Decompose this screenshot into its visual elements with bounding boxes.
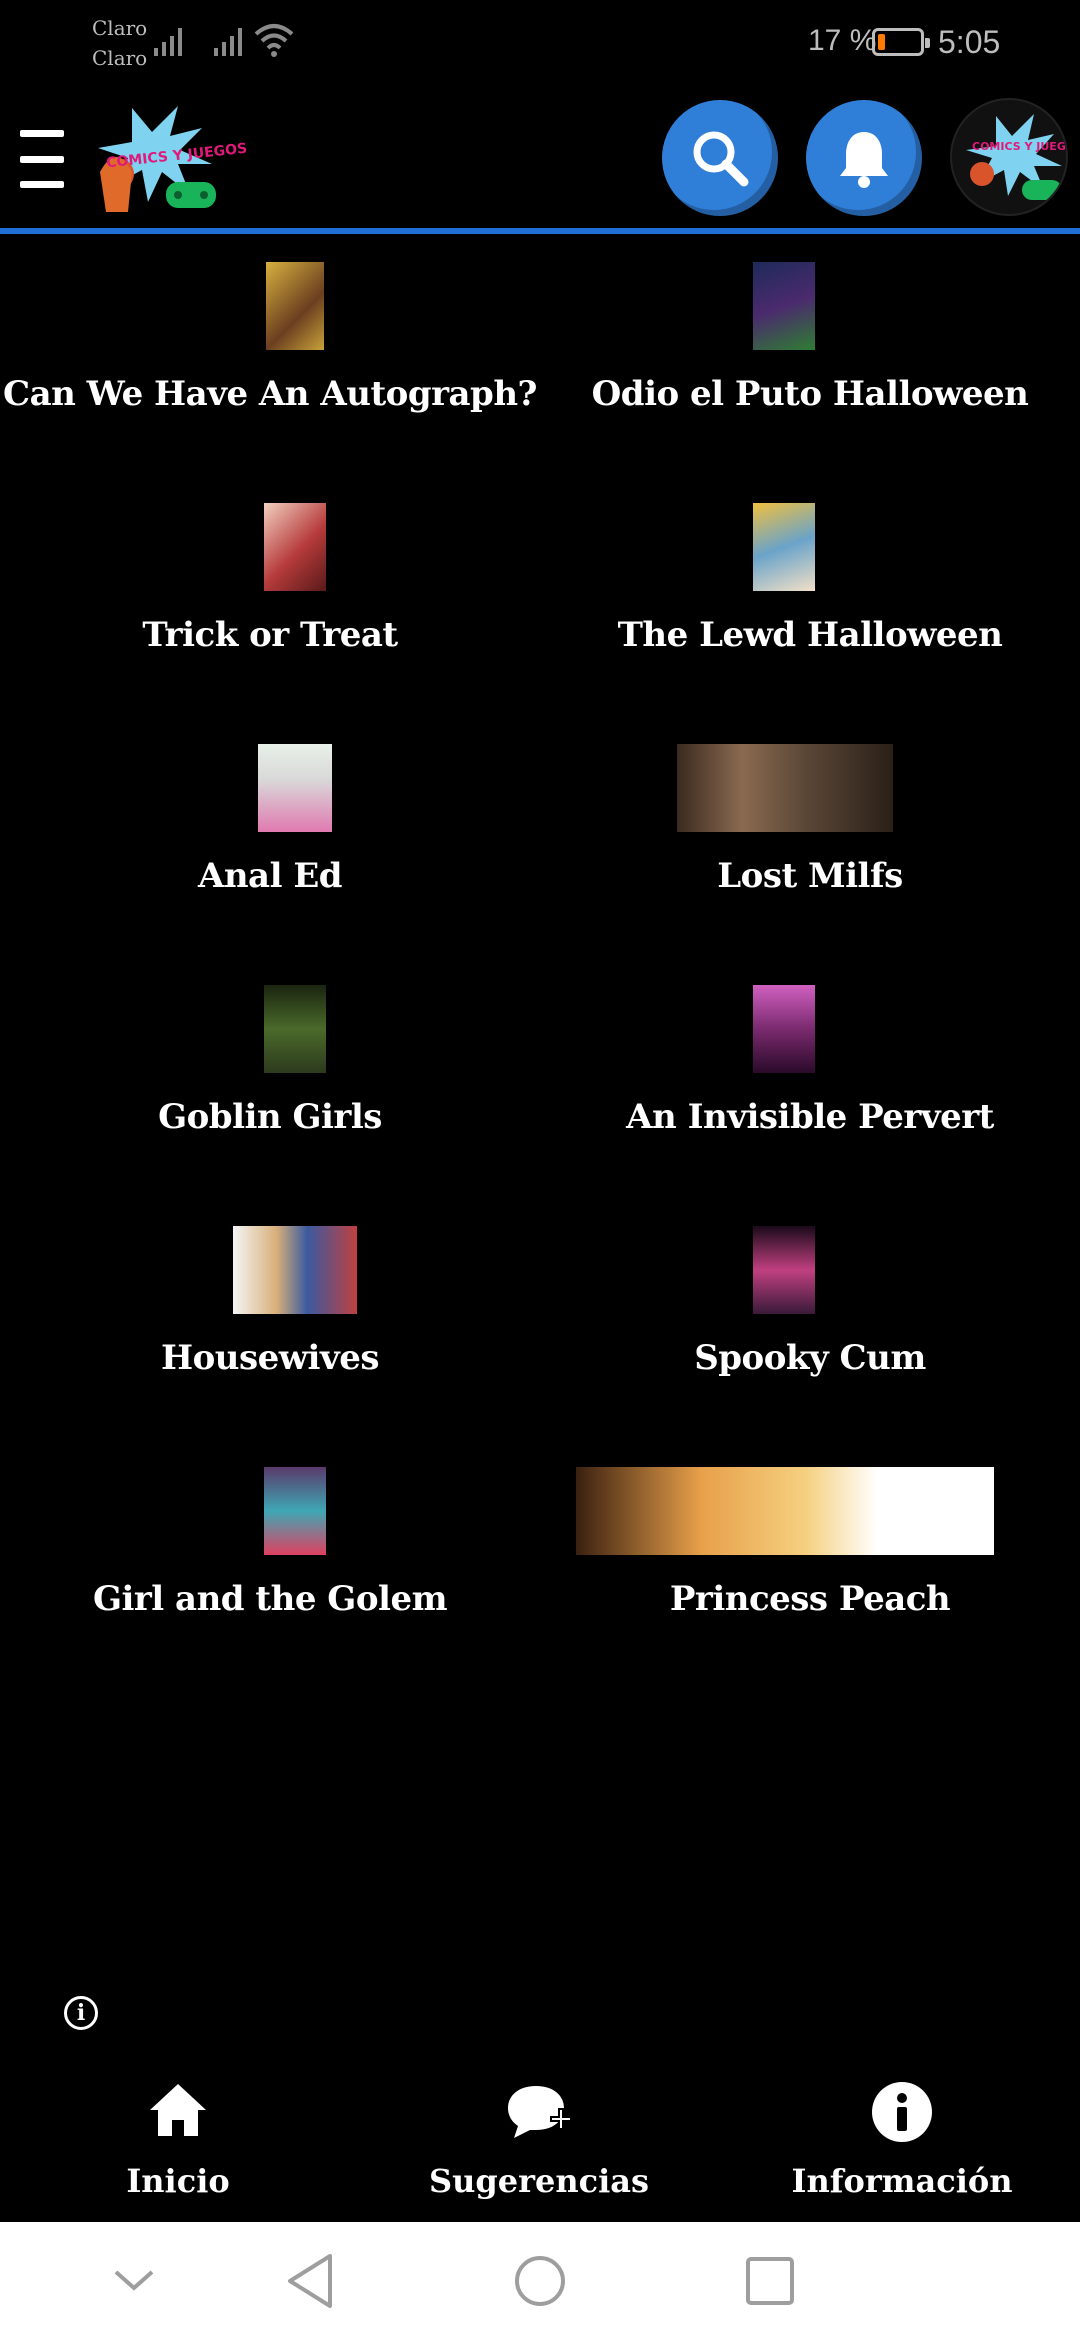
signal-icon-2 (214, 26, 242, 56)
nav-home[interactable]: Inicio (38, 2072, 318, 2222)
comic-thumbnail[interactable] (233, 1226, 357, 1314)
comic-item[interactable]: Goblin Girls (0, 985, 540, 1226)
chevron-down-icon[interactable] (110, 2266, 158, 2296)
bell-icon (840, 132, 888, 188)
nav-suggestions-label: Sugerencias (429, 2162, 649, 2200)
carrier-label-2: Claro (92, 46, 148, 70)
comic-title[interactable]: Anal Ed (0, 856, 540, 896)
comic-item[interactable]: Housewives (0, 1226, 540, 1467)
battery-icon (872, 28, 930, 56)
comic-thumbnail[interactable] (677, 744, 893, 832)
app-bar-divider (0, 228, 1080, 234)
comic-thumbnail[interactable] (753, 262, 815, 350)
comic-thumbnail[interactable] (753, 1226, 815, 1314)
comic-title[interactable]: An Invisible Pervert (540, 1097, 1080, 1137)
svg-text:COMICS Y JUEGOS: COMICS Y JUEGOS (972, 140, 1068, 153)
comic-item[interactable]: Odio el Puto Halloween (540, 262, 1080, 503)
comic-item[interactable]: Trick or Treat (0, 503, 540, 744)
comic-thumbnail[interactable] (576, 1467, 994, 1555)
comic-thumbnail[interactable] (258, 744, 332, 832)
comic-title[interactable]: Girl and the Golem (0, 1579, 540, 1619)
info-icon[interactable]: i (64, 1996, 98, 2030)
nav-info[interactable]: Información (762, 2072, 1042, 2222)
comic-thumbnail[interactable] (264, 985, 326, 1073)
comic-title[interactable]: Housewives (0, 1338, 540, 1378)
battery-percent: 17 % (808, 24, 877, 57)
app-logo[interactable]: COMICS Y JUEGOS (92, 102, 248, 220)
add-comment-icon (508, 2086, 572, 2138)
avatar[interactable]: COMICS Y JUEGOS (950, 98, 1068, 216)
info-icon (872, 2082, 932, 2142)
comic-item[interactable]: An Invisible Pervert (540, 985, 1080, 1226)
comic-item[interactable]: Lost Milfs (540, 744, 1080, 985)
comics-grid: Can We Have An Autograph? Odio el Puto H… (0, 262, 1080, 1708)
comic-title[interactable]: Trick or Treat (0, 615, 540, 655)
home-icon (150, 2084, 206, 2136)
comic-title[interactable]: Goblin Girls (0, 1097, 540, 1137)
comic-thumbnail[interactable] (264, 503, 326, 591)
notifications-button[interactable] (806, 100, 922, 216)
recent-apps-icon[interactable] (742, 2252, 798, 2310)
system-navigation-bar (0, 2222, 1080, 2340)
comic-item[interactable]: Anal Ed (0, 744, 540, 985)
avatar-logo-art: COMICS Y JUEGOS (966, 114, 1068, 200)
comic-title[interactable]: The Lewd Halloween (540, 615, 1080, 655)
status-bar: Claro Claro 17 % 5:05 (0, 0, 1080, 92)
menu-icon[interactable] (20, 130, 64, 188)
comic-title[interactable]: Spooky Cum (540, 1338, 1080, 1378)
comic-item[interactable]: Princess Peach (540, 1467, 1080, 1708)
signal-icon-1 (154, 26, 182, 56)
comic-thumbnail[interactable] (753, 503, 815, 591)
search-icon (693, 131, 749, 187)
comic-item[interactable]: Spooky Cum (540, 1226, 1080, 1467)
comic-thumbnail[interactable] (753, 985, 815, 1073)
comic-title[interactable]: Can We Have An Autograph? (0, 374, 540, 414)
comic-title[interactable]: Odio el Puto Halloween (540, 374, 1080, 414)
carrier-label-1: Claro (92, 16, 148, 40)
nav-home-label: Inicio (126, 2162, 230, 2200)
nav-info-label: Información (791, 2162, 1013, 2200)
clock: 5:05 (938, 24, 1001, 60)
comic-title[interactable]: Lost Milfs (540, 856, 1080, 896)
comic-item[interactable]: Girl and the Golem (0, 1467, 540, 1708)
bottom-navigation: Inicio Sugerencias Información (0, 2072, 1080, 2222)
comic-thumbnail[interactable] (264, 1467, 326, 1555)
wifi-icon (254, 24, 294, 57)
comic-item[interactable]: The Lewd Halloween (540, 503, 1080, 744)
app-bar: COMICS Y JUEGOS COMICS Y JUEGOS (0, 92, 1080, 230)
nav-suggestions[interactable]: Sugerencias (399, 2072, 679, 2222)
comic-thumbnail[interactable] (266, 262, 324, 350)
comic-item[interactable]: Can We Have An Autograph? (0, 262, 540, 503)
comic-title[interactable]: Princess Peach (540, 1579, 1080, 1619)
search-button[interactable] (662, 100, 778, 216)
back-icon[interactable] (282, 2252, 338, 2310)
home-circle-icon[interactable] (512, 2252, 568, 2310)
